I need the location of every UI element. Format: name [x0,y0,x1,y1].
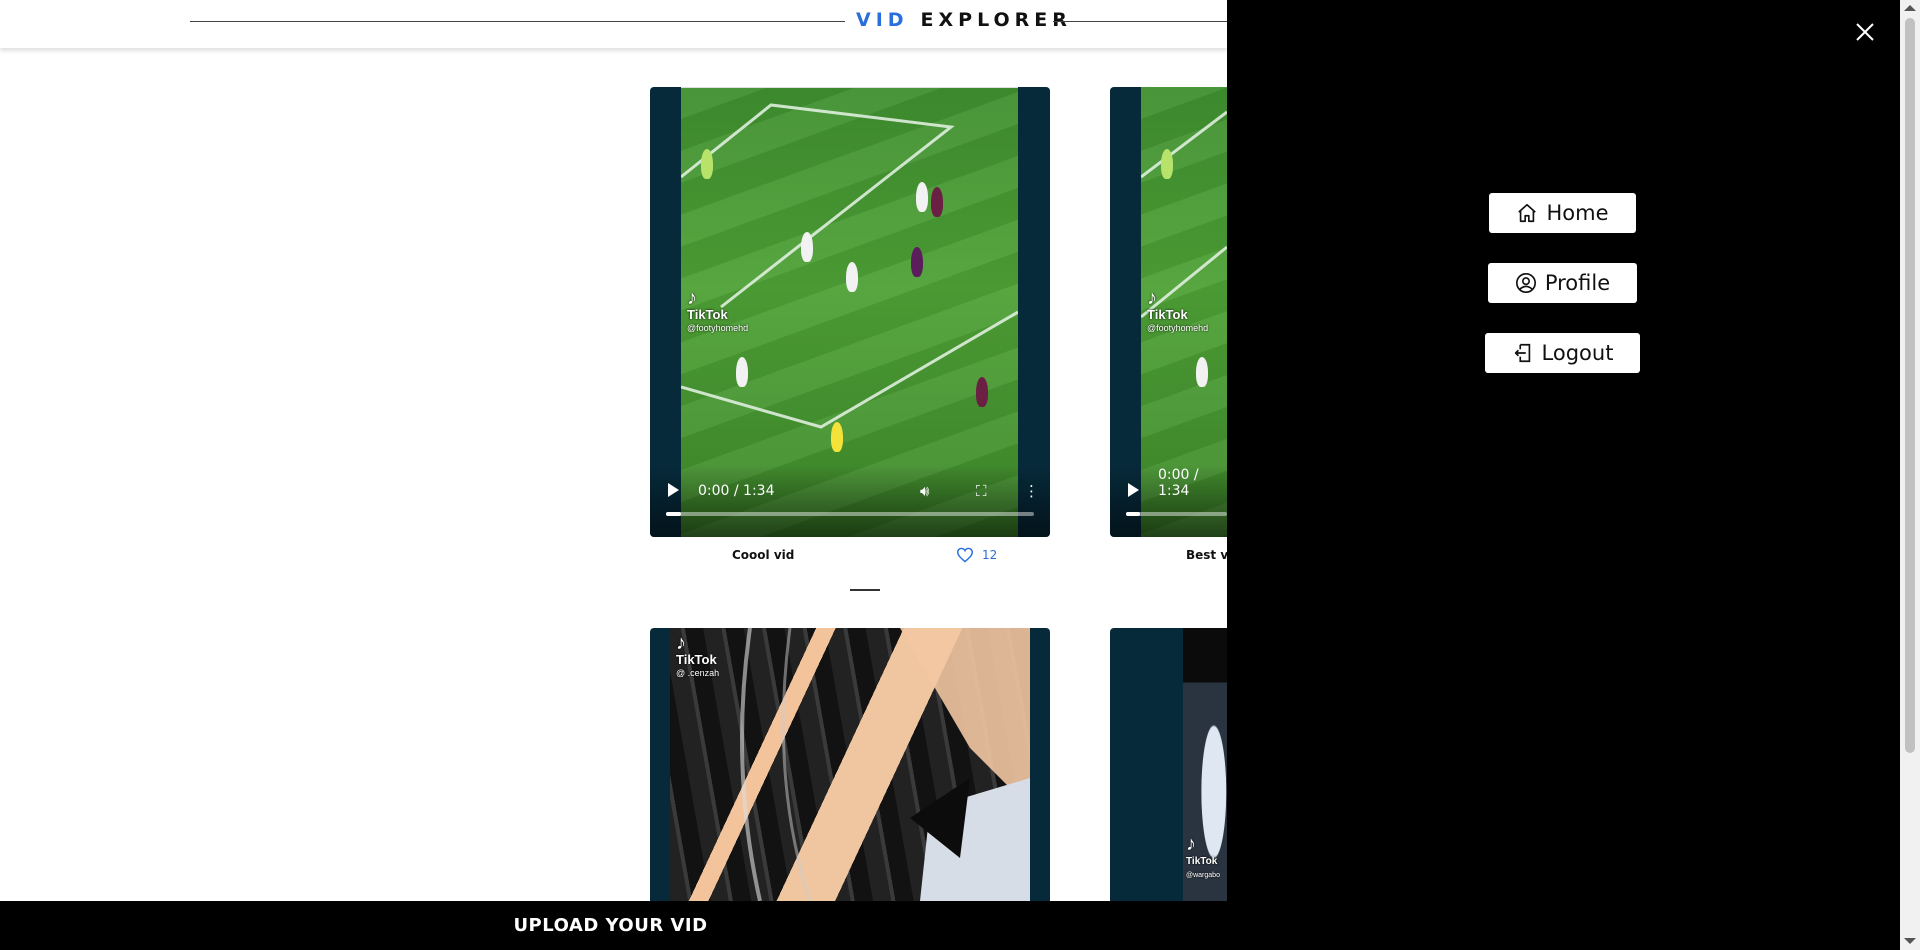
progress-fill [666,512,681,516]
video-card[interactable]: ♪ TikTok @wargabo [1110,628,1227,901]
player-figure [846,262,858,292]
player-figure [831,422,843,452]
like-control[interactable]: 12 [956,547,997,563]
tiktok-watermark: ♪ TikTok @footyhomehd [687,287,748,334]
tiktok-watermark: ♪ TikTok @footyhomehd [1147,287,1208,334]
tiktok-watermark: ♪ TikTok @wargabo [1186,833,1220,882]
menu-home-label: Home [1546,201,1609,225]
watermark-handle: @footyhomehd [687,323,749,333]
watermark-handle: @footyhomehd [1147,323,1209,333]
progress-fill [1126,512,1141,516]
video-card[interactable]: ♪ TikTok @footyhomehd 0:00 / 1:34 🔊︎ ⛶ ⋮ [650,87,1050,537]
player-figure [736,357,748,387]
header-divider-right [1053,21,1227,22]
menu-profile-label: Profile [1544,271,1611,295]
watermark-handle: @ .cenzah [676,668,720,678]
video-time: 0:00 / 1:34 [698,483,775,499]
player-figure [701,149,713,179]
watermark-name: TikTok [1147,307,1188,322]
play-icon[interactable] [668,483,679,497]
heart-icon[interactable] [956,547,974,563]
scroll-down-icon[interactable] [1904,938,1916,944]
scroll-up-icon[interactable] [1904,5,1916,11]
video-card[interactable]: ♪ TikTok @footyhomehd 0:00 / 1:34 [1110,87,1227,537]
more-options-icon[interactable]: ⋮ [1024,482,1039,500]
site-logo[interactable]: VID EXPLORER [856,9,1072,35]
tiktok-icon: ♪ [676,632,686,654]
site-header: VID EXPLORER [0,0,1227,48]
profile-icon [1515,273,1536,293]
tiktok-icon: ♪ [1186,833,1196,855]
player-figure [1161,149,1173,179]
player-figure [801,232,813,262]
logout-icon [1514,343,1530,363]
anime-artwork [740,628,1030,901]
watermark-name: TikTok [687,307,728,322]
video-controls: 0:00 / 1:34 [1110,465,1227,537]
player-figure [916,182,928,212]
play-icon[interactable] [1128,483,1139,497]
menu-logout-button[interactable]: Logout [1485,333,1640,373]
player-figure [931,187,943,217]
volume-icon[interactable]: 🔊︎ [920,482,929,500]
video-caption: Coool vid [732,548,795,562]
video-card[interactable]: ♪ TikTok @ .cenzah [650,628,1050,901]
tiktok-icon: ♪ [687,287,697,309]
upload-bar[interactable]: UPLOAD YOUR VID [0,901,1227,950]
home-icon [1518,203,1537,223]
menu-profile-button[interactable]: Profile [1488,263,1637,303]
likes-count: 12 [982,548,998,562]
logo-vid: VID [856,9,909,31]
side-menu: Home Profile Logout [1227,0,1900,950]
header-divider-left [190,21,845,22]
video-frame[interactable]: ♪ TikTok @ .cenzah [670,628,1030,901]
logo-explorer: EXPLORER [920,9,1072,31]
row-separator [850,589,880,591]
player-figure [1196,357,1208,387]
video-time: 0:00 / 1:34 [1158,467,1199,499]
video-controls: 0:00 / 1:34 🔊︎ ⛶ ⋮ [650,465,1050,537]
scroll-thumb[interactable] [1905,18,1915,753]
page-scrollbar[interactable] [1900,0,1920,950]
player-figure [911,247,923,277]
tiktok-icon: ♪ [1147,287,1157,309]
fullscreen-icon[interactable]: ⛶ [976,482,987,500]
menu-home-button[interactable]: Home [1489,193,1636,233]
close-icon[interactable] [1853,20,1877,44]
menu-logout-label: Logout [1541,341,1614,365]
video-progress-bar[interactable] [666,512,1034,516]
watermark-name: TikTok [676,652,717,667]
video-progress-bar[interactable] [1126,512,1227,516]
video-frame[interactable]: ♪ TikTok @wargabo [1183,628,1227,901]
video-caption: Best vi [1186,548,1233,562]
player-figure [976,377,988,407]
upload-label: UPLOAD YOUR VID [513,915,708,936]
watermark-handle: @wargabo [1186,872,1220,879]
tiktok-watermark: ♪ TikTok @ .cenzah [676,632,719,679]
watermark-name: TikTok [1186,856,1218,867]
